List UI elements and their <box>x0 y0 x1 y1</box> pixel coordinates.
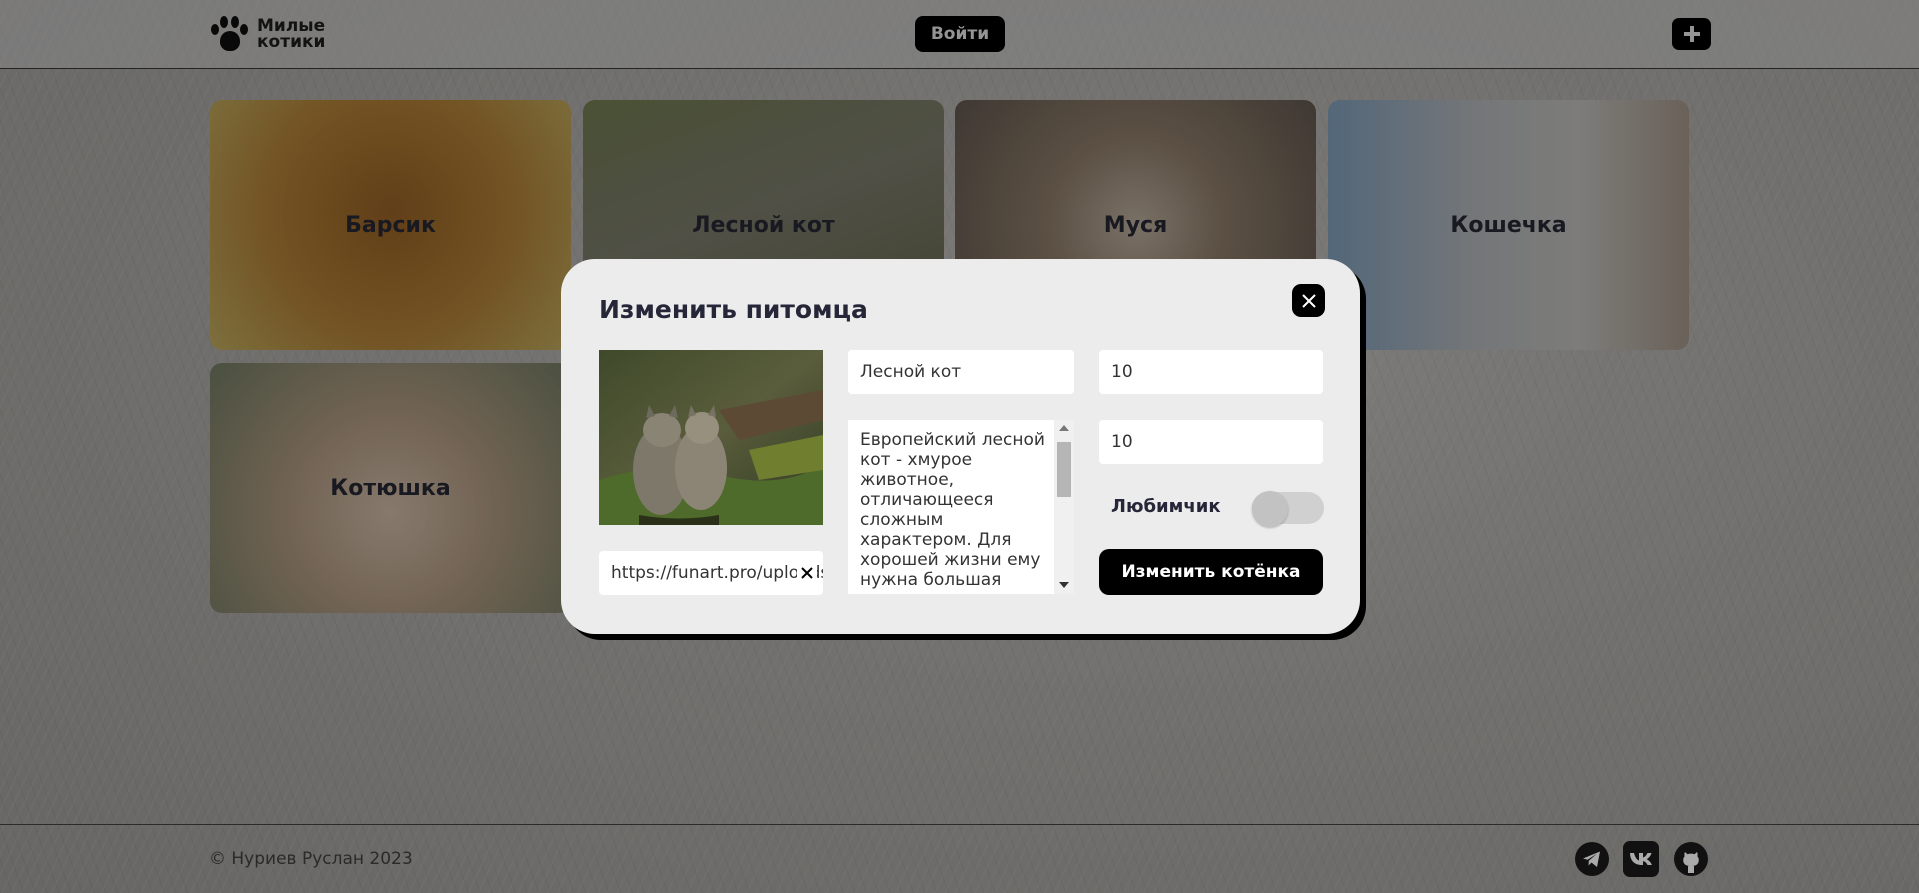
rate-input[interactable]: 10 <box>1099 420 1323 464</box>
edit-pet-modal: Изменить питомца https://funart.pro/uplo… <box>561 259 1360 634</box>
vk-icon[interactable] <box>1623 841 1659 877</box>
toggle-knob <box>1252 491 1288 527</box>
close-modal-button[interactable] <box>1292 284 1325 317</box>
telegram-icon[interactable] <box>1574 841 1610 877</box>
scroll-thumb[interactable] <box>1057 442 1071 497</box>
favorite-toggle[interactable] <box>1252 491 1324 527</box>
description-textarea[interactable]: Европейский лесной кот - хмурое животное… <box>848 420 1074 594</box>
github-icon[interactable] <box>1673 841 1709 877</box>
close-icon <box>1301 293 1316 308</box>
clear-url-button[interactable] <box>797 563 817 583</box>
modal-title: Изменить питомца <box>599 295 868 324</box>
description-scrollbar[interactable] <box>1054 420 1074 594</box>
age-input[interactable]: 10 <box>1099 350 1323 394</box>
pet-photo <box>599 350 823 525</box>
close-icon <box>801 567 813 579</box>
image-url-input[interactable]: https://funart.pro/uploads <box>599 551 823 595</box>
pet-name-input[interactable]: Лесной кот <box>848 350 1074 394</box>
copyright: © Нуриев Руслан 2023 <box>209 849 413 869</box>
scroll-up-arrow-icon[interactable] <box>1059 425 1069 431</box>
scroll-down-arrow-icon[interactable] <box>1059 582 1069 588</box>
edit-cat-button[interactable]: Изменить котёнка <box>1099 549 1323 595</box>
footer: © Нуриев Руслан 2023 <box>0 824 1919 893</box>
favorite-label: Любимчик <box>1111 496 1221 517</box>
